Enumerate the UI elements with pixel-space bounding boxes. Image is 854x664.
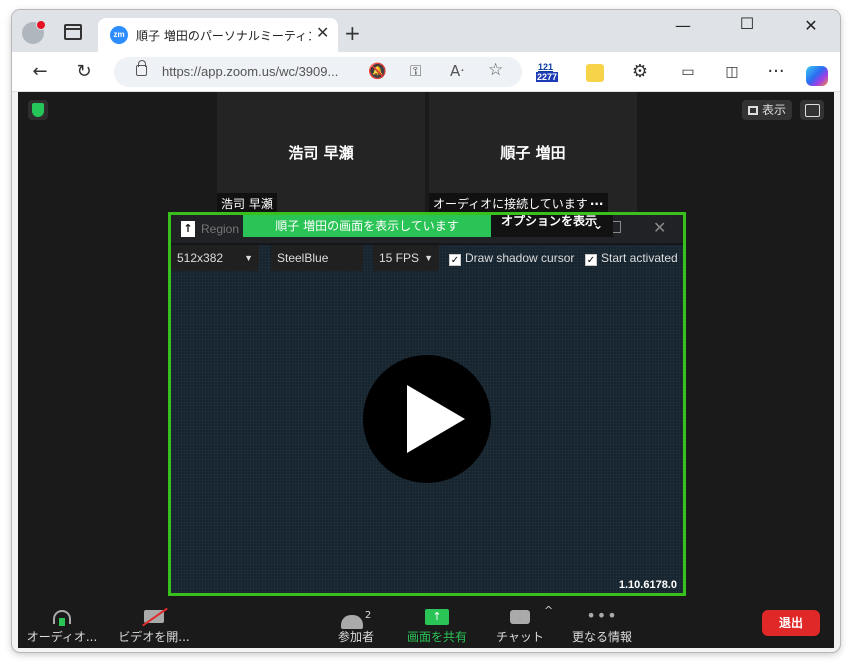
more-menu-icon[interactable]: ··· (762, 60, 790, 84)
view-options-button[interactable]: オプションを表示 ⌄ (491, 215, 613, 237)
start-activated-checkbox[interactable]: ✓ Start activated (585, 251, 678, 266)
extension-counter[interactable]: 121 2277 (536, 62, 562, 84)
participant-label: オーディオに接続しています ··· (429, 193, 608, 214)
region-title: Region (201, 222, 240, 236)
checkmark-icon: ✓ (585, 254, 597, 266)
play-icon[interactable] (363, 355, 491, 483)
chat-icon (510, 609, 530, 624)
participant-label: 浩司 早瀬 (217, 193, 277, 214)
cast-icon[interactable]: ▭ (674, 60, 702, 84)
close-icon[interactable]: ✕ (653, 218, 666, 237)
chevron-down-icon: ⌄ (592, 218, 603, 232)
participant-name: 順子 増田 (500, 144, 566, 162)
dropdown-arrow-icon: ▼ (424, 253, 433, 263)
fps-select[interactable]: 15 FPS ▼ (373, 245, 439, 271)
extension-face-icon[interactable] (586, 64, 604, 82)
meeting-toolbar: オーディオ... ビデオを開... 2 参加者 ↑ 画面を共有 チャット ^ •… (18, 600, 834, 648)
address-bar[interactable]: https://app.zoom.us/wc/3909... 🔕 ⚿ Aᐧ ☆ (114, 57, 522, 87)
participant-tile: 順子 増田 オーディオに接続しています ··· (429, 92, 637, 214)
maximize-window-icon[interactable]: ☐ (724, 14, 770, 33)
tab-title: 順子 増田のパーソナルミーティングルー (136, 29, 311, 43)
participant-tile: 浩司 早瀬 浩司 早瀬 (217, 92, 425, 214)
close-window-icon[interactable]: ✕ (788, 16, 834, 35)
region-upload-icon[interactable]: ↑ (181, 221, 195, 237)
read-aloud-icon[interactable]: Aᐧ (450, 62, 464, 80)
share-screen-button[interactable]: ↑ 画面を共有 (402, 600, 472, 648)
new-tab-icon[interactable]: + (344, 21, 361, 45)
navigation-bar: ← ↻ https://app.zoom.us/wc/3909... 🔕 ⚿ A… (12, 52, 840, 92)
url-text[interactable]: https://app.zoom.us/wc/3909... (162, 64, 338, 79)
security-shield-icon[interactable] (28, 100, 48, 120)
key-icon[interactable]: ⚿ (410, 62, 421, 80)
favorite-star-icon[interactable]: ☆ (488, 60, 503, 80)
participant-name: 浩司 早瀬 (288, 144, 354, 162)
share-arrow-icon: ↑ (425, 608, 449, 625)
split-screen-icon[interactable]: ◫ (718, 60, 746, 84)
video-button[interactable]: ビデオを開... (114, 600, 194, 648)
leave-button[interactable]: 退出 (762, 610, 820, 636)
more-button[interactable]: ••• 更なる情報 (566, 600, 638, 648)
color-field[interactable]: SteelBlue (271, 245, 363, 271)
copilot-icon[interactable] (806, 66, 828, 86)
lock-icon[interactable] (136, 60, 147, 76)
refresh-icon[interactable]: ↻ (70, 60, 98, 84)
sharing-banner: 順子 増田の画面を表示しています (243, 215, 491, 237)
profile-avatar-icon[interactable] (22, 20, 46, 44)
minimize-video-icon[interactable] (800, 100, 824, 120)
view-button[interactable]: 表示 (742, 100, 793, 120)
region-controls: 512x382 ▼ SteelBlue 15 FPS ▼ ✓ Draw shadow … (171, 245, 683, 271)
browser-window: zm 順子 増田のパーソナルミーティングルー ✕ + — ☐ ✕ ← ↻ htt… (12, 10, 840, 652)
version-label: 1.10.6178.0 (618, 579, 677, 591)
browser-tab[interactable]: zm 順子 増田のパーソナルミーティングルー ✕ (98, 18, 338, 52)
more-dots-icon: ••• (586, 606, 618, 625)
zoom-favicon-icon: zm (110, 26, 128, 44)
shadow-cursor-checkbox[interactable]: ✓ Draw shadow cursor (449, 251, 574, 266)
tab-close-icon[interactable]: ✕ (316, 23, 329, 42)
extensions-puzzle-icon[interactable]: ⚙ (626, 60, 654, 84)
shared-screen: ↑ Region ✕ 順子 増田の画面を表示しています オプションを表示 ⌄ 51… (168, 212, 686, 596)
audio-button[interactable]: オーディオ... (24, 600, 100, 648)
chat-button[interactable]: チャット (490, 600, 550, 648)
back-icon[interactable]: ← (26, 60, 54, 84)
tab-bar: zm 順子 増田のパーソナルミーティングルー ✕ + — ☐ ✕ (12, 10, 840, 52)
video-off-icon (144, 610, 164, 623)
size-select[interactable]: 512x382 ▼ (171, 245, 259, 271)
zoom-meeting-area: 表示 浩司 早瀬 浩司 早瀬 順子 増田 オーディオに接続しています ··· ↑ … (18, 92, 834, 648)
tab-actions-icon[interactable] (64, 24, 82, 40)
dropdown-arrow-icon: ▼ (244, 253, 253, 263)
participants-button[interactable]: 2 参加者 (328, 600, 384, 648)
participants-icon (340, 614, 363, 629)
checkmark-icon: ✓ (449, 254, 461, 266)
grid-icon (748, 106, 758, 115)
minimize-window-icon[interactable]: — (660, 16, 706, 35)
notifications-blocked-icon[interactable]: 🔕 (368, 62, 387, 80)
chat-caret-up-icon[interactable]: ^ (544, 604, 553, 617)
headphones-icon (53, 609, 71, 626)
